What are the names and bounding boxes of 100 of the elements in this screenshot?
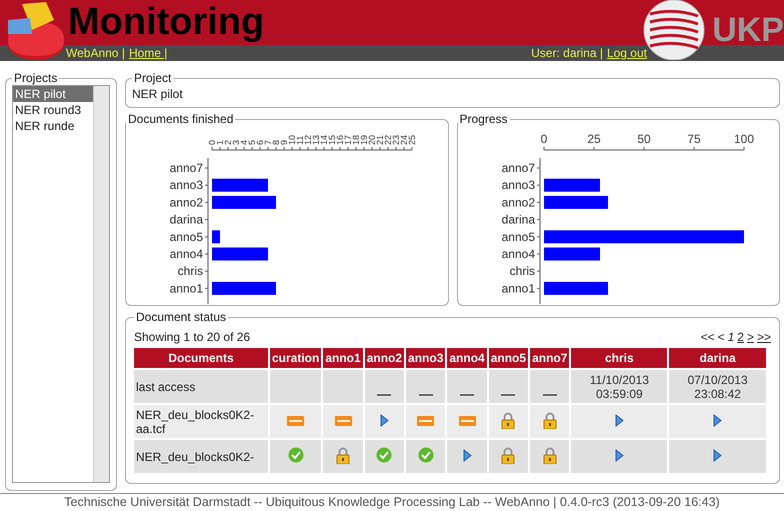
play-icon[interactable] xyxy=(614,448,624,462)
category-label: anno5 xyxy=(501,230,534,244)
tick-label: 24 xyxy=(399,134,409,145)
category-label: darina xyxy=(170,212,203,227)
tick-label: 10 xyxy=(287,134,297,145)
date-cell: 07/10/2013 23:08:42 xyxy=(669,370,766,403)
tick-label: 21 xyxy=(375,134,385,145)
panel-title: Documents finished xyxy=(127,112,234,126)
tick-label: 75 xyxy=(686,132,700,146)
tick-label: 6 xyxy=(255,140,265,145)
lock-icon[interactable] xyxy=(336,446,350,464)
tick-label: 7 xyxy=(263,140,273,145)
chart-bar xyxy=(544,282,608,295)
column-header: Documents xyxy=(134,348,268,368)
tick-label: 100 xyxy=(733,132,754,146)
results-summary: Showing 1 to 20 of 26 xyxy=(134,330,250,344)
check-icon[interactable] xyxy=(288,447,304,463)
tick-label: 12 xyxy=(303,134,313,145)
project-list-item[interactable]: NER runde xyxy=(13,118,93,134)
tick-label: 0 xyxy=(540,132,547,146)
category-label: anno4 xyxy=(170,247,203,261)
chart-bar xyxy=(212,196,276,209)
tick-label: 5 xyxy=(247,140,257,145)
category-label: chris xyxy=(178,264,203,278)
column-header: anno5 xyxy=(488,348,528,368)
play-icon[interactable] xyxy=(713,448,722,462)
page-title: Monitoring xyxy=(68,0,264,45)
nav-link[interactable]: Log out xyxy=(606,46,647,60)
column-header: anno2 xyxy=(364,348,404,368)
tick-label: 3 xyxy=(231,140,241,145)
chart-bar xyxy=(544,178,600,192)
category-label: anno3 xyxy=(501,178,534,192)
pager-link[interactable]: >> xyxy=(756,330,771,344)
nav-text: User: darina | xyxy=(531,46,603,60)
tick-label: 11 xyxy=(295,136,305,145)
document-name-cell: NER_deu_blocks0K2-aa.tcf xyxy=(134,405,268,438)
tick-label: 18 xyxy=(351,134,361,145)
chart-bar xyxy=(212,248,268,260)
nav-text: WebAnno | xyxy=(66,46,125,60)
date-cell: 11/10/2013 03:59:09 xyxy=(571,370,668,403)
pager-link[interactable]: > xyxy=(746,330,754,344)
column-header: anno4 xyxy=(447,348,487,368)
check-icon[interactable] xyxy=(418,447,434,463)
chart-bar xyxy=(212,230,220,244)
panel-title: Document status xyxy=(135,310,228,324)
column-header: curation xyxy=(270,348,322,368)
tick-label: 0 xyxy=(207,140,217,145)
category-label: anno5 xyxy=(170,230,203,244)
tick-label: 17 xyxy=(343,134,353,145)
document-name-cell: NER_deu_blocks0K2- xyxy=(134,440,268,473)
category-label: anno1 xyxy=(501,281,534,296)
play-icon[interactable] xyxy=(713,414,722,426)
project-name: NER pilot xyxy=(132,87,184,101)
category-label: anno7 xyxy=(501,161,534,175)
chart-bar xyxy=(212,178,268,192)
tick-label: 22 xyxy=(383,134,393,145)
play-icon[interactable] xyxy=(380,414,389,426)
lock-icon[interactable] xyxy=(542,412,557,428)
project-list-item[interactable]: NER pilot xyxy=(13,86,93,102)
nav-link[interactable]: Home | xyxy=(128,46,168,60)
tick-label: 50 xyxy=(636,132,650,146)
tick-label: 25 xyxy=(407,134,417,145)
tick-label: 9 xyxy=(279,140,289,145)
category-label: anno2 xyxy=(501,195,534,210)
tick-label: 15 xyxy=(327,134,337,145)
lock-icon[interactable] xyxy=(542,446,557,464)
category-label: chris xyxy=(509,264,534,278)
tick-label: 4 xyxy=(239,140,249,145)
document-name-cell: last access xyxy=(134,370,268,403)
panel-title: Project xyxy=(133,71,172,85)
pager-text: << xyxy=(700,330,715,344)
lock-icon[interactable] xyxy=(501,446,516,464)
tick-label: 25 xyxy=(586,132,600,146)
column-header: anno3 xyxy=(406,348,446,368)
chart-bar xyxy=(544,248,600,260)
tick-label: 8 xyxy=(271,140,281,145)
panel-title: Progress xyxy=(458,112,509,126)
lock-icon[interactable] xyxy=(501,412,516,428)
category-label: anno3 xyxy=(170,178,203,192)
tick-label: 1 xyxy=(215,140,225,145)
category-label: anno2 xyxy=(170,195,203,210)
logo-text: UKP xyxy=(712,10,784,51)
scrollbar[interactable] xyxy=(93,86,109,482)
play-icon[interactable] xyxy=(462,448,472,462)
category-label: anno1 xyxy=(170,281,203,296)
tick-label: 16 xyxy=(335,134,345,145)
check-icon[interactable] xyxy=(376,447,392,463)
current-page: 1 xyxy=(728,330,734,344)
chart-bar xyxy=(544,196,608,209)
column-header: darina xyxy=(669,348,766,368)
tick-label: 14 xyxy=(319,134,329,145)
footer-text: Technische Universität Darmstadt -- Ubiquitous Knowledge Processing Lab -- WebAnno | 0.4.0-rc3 (2013-09-20 16:43) xyxy=(0,493,784,511)
pager-link[interactable]: 2 xyxy=(737,330,744,344)
chart-bar xyxy=(212,282,276,295)
play-icon[interactable] xyxy=(614,414,624,426)
category-label: anno4 xyxy=(501,247,534,261)
category-label: anno7 xyxy=(170,161,203,175)
column-header: chris xyxy=(571,348,668,368)
project-list-item[interactable]: NER round3 xyxy=(13,102,93,118)
category-label: darina xyxy=(501,212,534,227)
